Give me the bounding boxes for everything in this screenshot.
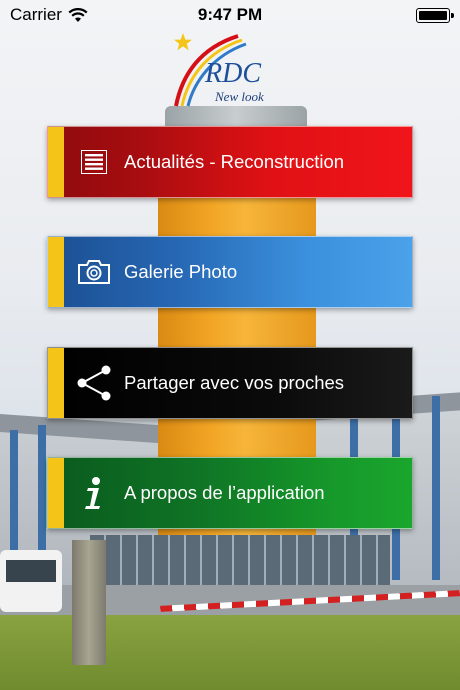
grass [0,615,460,690]
stone-post [72,540,106,665]
share-button[interactable]: Partager avec vos proches [47,347,413,419]
wifi-icon [68,7,88,22]
camera-icon [64,237,124,307]
carrier-label: Carrier [10,5,62,24]
accent-bar [48,348,64,418]
news-label: Actualités - Reconstruction [124,151,345,172]
status-left: Carrier [10,5,88,25]
star-icon [174,33,192,51]
bus-window [6,560,56,582]
info-icon [64,458,124,528]
accent-bar [48,458,64,528]
pillar [432,396,440,580]
list-icon [64,127,124,197]
accent-bar [48,127,64,197]
about-label: A propos de l’application [124,482,325,503]
battery-icon [416,7,454,23]
about-app-button[interactable]: A propos de l’application [47,457,413,529]
accent-bar [48,237,64,307]
share-icon [64,348,124,418]
gallery-label: Galerie Photo [124,261,238,282]
photo-gallery-button[interactable]: Galerie Photo [47,236,413,308]
logo-text: RDC [204,58,261,89]
news-reconstruction-button[interactable]: Actualités - Reconstruction [47,126,413,198]
status-bar: Carrier 9:47 PM [0,0,460,30]
logo-subtitle: New look [214,89,264,104]
share-label: Partager avec vos proches [124,372,345,393]
app-logo: RDC New look [174,33,264,107]
terminal-windows [90,535,390,585]
